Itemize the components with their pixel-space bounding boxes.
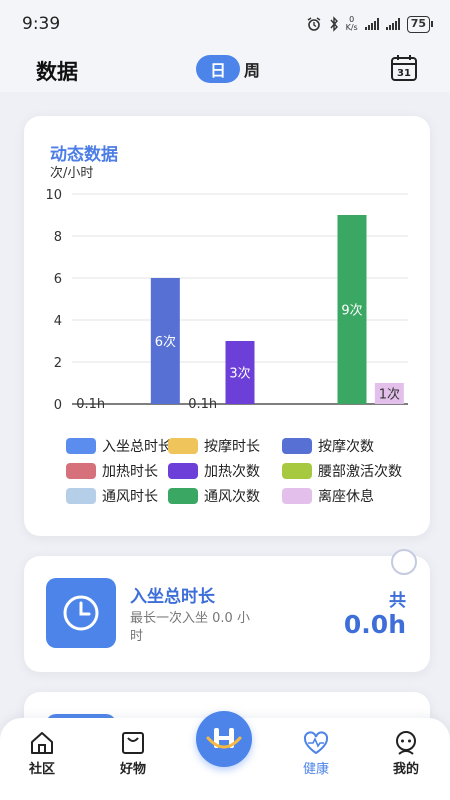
tab-health[interactable]: 健康 <box>286 730 346 777</box>
tab-mine[interactable]: 我的 <box>376 730 436 777</box>
total-label: 共 <box>389 591 406 611</box>
legend-label: 通风次数 <box>204 489 260 505</box>
battery-icon: 75 <box>406 15 434 33</box>
legend-swatch <box>66 463 96 479</box>
page-title: 数据 <box>36 60 78 84</box>
bar-value-label: 3次 <box>229 366 250 382</box>
tab-goods[interactable]: 好物 <box>103 730 163 777</box>
bar-value-label: 9次 <box>341 303 362 319</box>
legend-swatch <box>282 438 312 454</box>
tab-community[interactable]: 社区 <box>12 730 72 777</box>
tab-label: 健康 <box>302 762 329 777</box>
sit-desc: 最长一次入坐 0.0 小时 <box>130 611 250 644</box>
legend-swatch <box>282 488 312 504</box>
total-value: 0.0h <box>343 610 406 639</box>
bar-value-label: 6次 <box>155 334 176 350</box>
legend-item[interactable]: 腰部激活次数 <box>282 461 402 481</box>
floating-ring-button[interactable] <box>391 549 417 575</box>
status-bar: 9:39 0 K/s 75 <box>0 0 450 48</box>
legend-label: 按摩时长 <box>204 439 260 455</box>
profile-icon <box>396 731 416 755</box>
bar-chart: 0 2 4 6 8 10 0.1h 6次 0.1h 3次 9次 1次 <box>45 188 408 413</box>
clock-icon <box>63 595 99 631</box>
legend-label: 按摩次数 <box>318 439 374 455</box>
tab-label: 社区 <box>28 762 55 777</box>
calendar-icon[interactable]: 31 <box>390 54 418 82</box>
bluetooth-icon <box>330 16 338 32</box>
logo-h-icon <box>206 728 242 749</box>
legend-item[interactable]: 加热次数 <box>168 461 260 481</box>
y-tick-label: 2 <box>54 356 62 371</box>
signal-icon-2 <box>385 18 400 30</box>
bar-value-label: 0.1h <box>76 397 105 412</box>
y-tick-label: 8 <box>54 230 62 245</box>
legend-label: 腰部激活次数 <box>318 464 402 480</box>
chart-card: 动态数据 次/小时 0 2 4 6 8 10 0.1h 6次 0.1h 3次 9次 1次 入坐总时长按… <box>24 116 430 536</box>
y-tick-label: 10 <box>45 188 62 203</box>
legend-item[interactable]: 按摩次数 <box>282 436 374 456</box>
bar-value-label: 0.1h <box>188 397 217 412</box>
legend-swatch <box>66 488 96 504</box>
home-icon <box>31 732 53 754</box>
alarm-icon <box>307 17 320 31</box>
center-action-button[interactable] <box>196 711 252 767</box>
legend-label: 入坐总时长 <box>102 439 172 455</box>
period-switch: 日 周 <box>196 55 260 83</box>
legend-item[interactable]: 通风时长 <box>66 486 158 506</box>
legend-item[interactable]: 通风次数 <box>168 486 260 506</box>
tab-week[interactable]: 周 <box>244 57 260 81</box>
shopping-bag-icon <box>122 732 144 754</box>
legend-item[interactable]: 加热时长 <box>66 461 158 481</box>
legend-swatch <box>168 488 198 504</box>
signal-icon <box>364 18 379 30</box>
y-tick-label: 0 <box>54 398 62 413</box>
y-tick-label: 4 <box>54 314 62 329</box>
tab-day[interactable]: 日 <box>196 55 240 83</box>
legend-item[interactable]: 入坐总时长 <box>66 436 172 456</box>
sit-duration-card[interactable]: 入坐总时长 最长一次入坐 0.0 小时 共 0.0h <box>24 556 430 672</box>
status-time: 9:39 <box>22 14 61 34</box>
legend-swatch <box>282 463 312 479</box>
header: 数据 日 周 31 <box>0 48 450 92</box>
sit-title: 入坐总时长 <box>130 587 215 607</box>
tab-label: 好物 <box>119 762 146 777</box>
status-icons: 0 K/s 75 <box>306 15 434 33</box>
legend-swatch <box>168 438 198 454</box>
legend-item[interactable]: 按摩时长 <box>168 436 260 456</box>
y-tick-label: 6 <box>54 272 62 287</box>
net-speed: 0 K/s <box>345 15 358 32</box>
heart-pulse-icon <box>303 731 329 755</box>
tab-label: 我的 <box>392 762 419 777</box>
legend-label: 通风时长 <box>102 489 158 505</box>
legend-swatch <box>168 463 198 479</box>
legend-label: 加热时长 <box>102 464 158 480</box>
legend-swatch <box>66 438 96 454</box>
legend-item[interactable]: 离座休息 <box>282 486 374 506</box>
legend-label: 加热次数 <box>204 464 260 480</box>
calendar-day: 31 <box>397 68 411 79</box>
bar-value-label: 1次 <box>379 387 400 403</box>
clock-icon-box <box>46 578 116 648</box>
legend-label: 离座休息 <box>318 489 374 505</box>
